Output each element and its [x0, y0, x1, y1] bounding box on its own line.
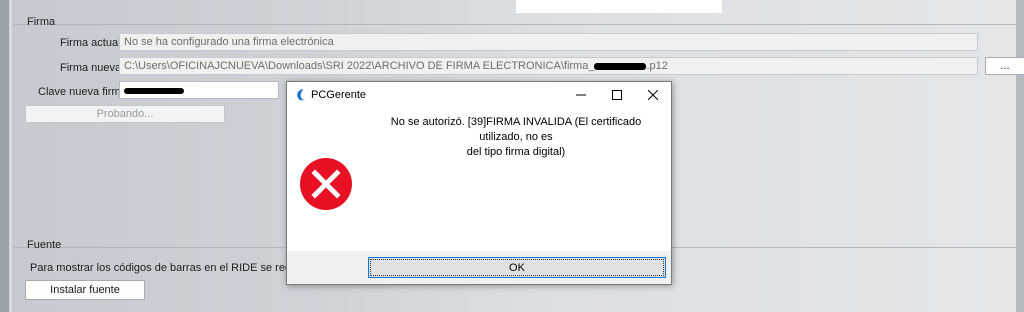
close-button[interactable] [635, 82, 671, 108]
redaction-mark [124, 88, 184, 95]
minimize-icon [576, 94, 586, 96]
probando-button[interactable]: Probando... [25, 105, 225, 123]
fuente-legend: Fuente [27, 239, 62, 251]
ok-button[interactable]: OK [368, 257, 666, 278]
firma-nueva-label: Firma nueva [60, 62, 122, 74]
dialog-footer: OK [287, 251, 671, 284]
maximize-button[interactable] [599, 82, 635, 108]
firma-actual-value: No se ha configurado una firma electróni… [124, 36, 334, 48]
redaction-mark [594, 62, 647, 70]
minimize-button[interactable] [563, 82, 599, 108]
right-panel-edge [1016, 0, 1024, 312]
firma-legend: Firma [27, 16, 56, 28]
dialog-message-line-1: No se autorizó. [39]FIRMA INVALIDA (El c… [390, 116, 642, 143]
maximize-icon [612, 90, 622, 100]
left-panel-edge [0, 0, 12, 312]
dialog-title: PCGerente [311, 89, 367, 101]
browse-button[interactable]: ... [985, 57, 1024, 75]
clave-nueva-firma-input[interactable] [119, 81, 279, 99]
top-white-panel [516, 0, 722, 13]
firma-nueva-path-suffix: .p12 [646, 60, 668, 72]
close-icon [648, 90, 658, 100]
dialog-message: No se autorizó. [39]FIRMA INVALIDA (El c… [371, 115, 661, 160]
clave-nueva-firma-label: Clave nueva firma [38, 86, 127, 98]
firma-actual-field: No se ha configurado una firma electróni… [119, 33, 978, 51]
error-dialog: PCGerente No se autorizó. [39]FIRMA INVA… [286, 81, 672, 285]
instalar-fuente-button[interactable]: Instalar fuente [25, 280, 145, 300]
dialog-message-line-2: del tipo firma digital) [466, 146, 566, 158]
dialog-titlebar[interactable]: PCGerente [287, 82, 671, 108]
firma-actual-label: Firma actual [60, 37, 121, 49]
firma-nueva-field: C:\Users\OFICINAJCNUEVA\Downloads\SRI 20… [119, 57, 978, 75]
error-icon [300, 158, 352, 210]
pcgerente-app-icon [297, 89, 304, 101]
firma-nueva-path-prefix: C:\Users\OFICINAJCNUEVA\Downloads\SRI 20… [124, 60, 595, 72]
